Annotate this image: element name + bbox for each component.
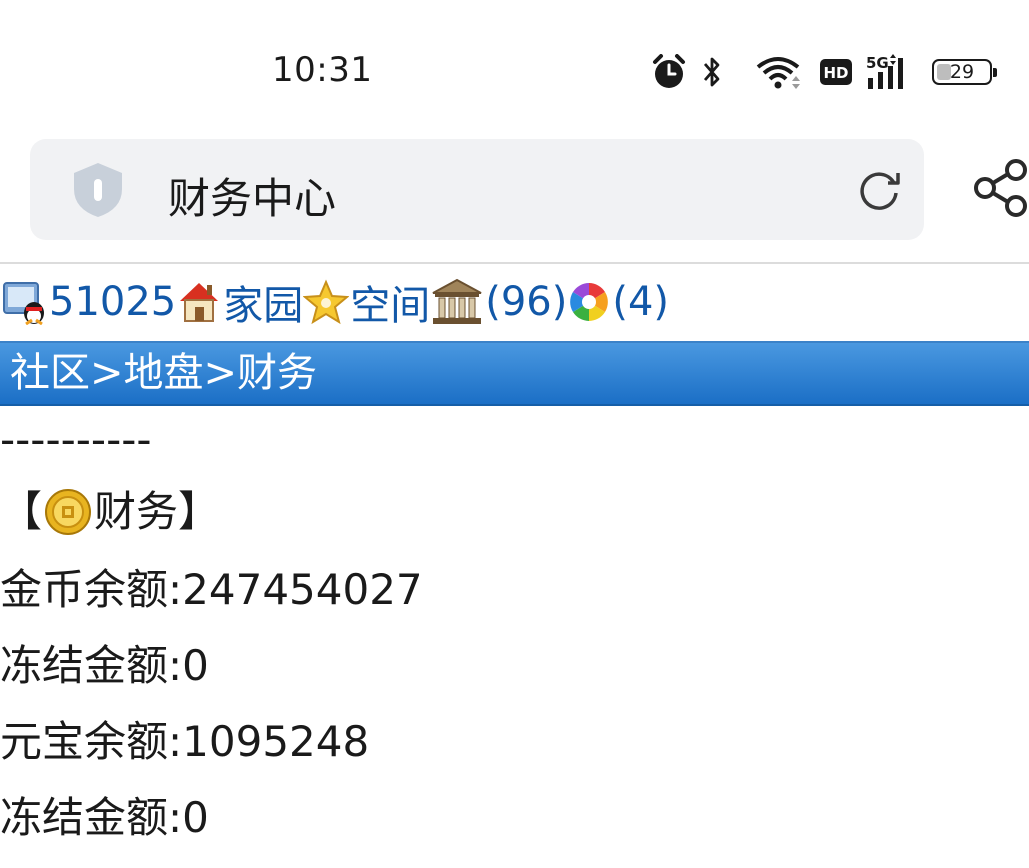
qq-user-icon (0, 279, 48, 325)
svg-text:HD: HD (823, 64, 848, 82)
shield-icon[interactable] (70, 161, 126, 223)
battery-fill (937, 64, 951, 80)
breadcrumb-community[interactable]: 社区 (10, 350, 90, 396)
status-time: 10:31 (272, 50, 373, 90)
home-link[interactable]: 家园 (223, 273, 303, 331)
battery-icon: 29 (932, 59, 997, 85)
svg-text:5G: 5G (866, 54, 889, 72)
bracket-open: 【 (0, 487, 43, 536)
gold-frozen-amount: 冻结金额:0 (0, 641, 209, 690)
ingot-balance: 元宝余额:1095248 (0, 717, 370, 766)
breadcrumb-separator: > (90, 350, 124, 396)
battery-level: 29 (949, 60, 975, 83)
divider (0, 262, 1029, 264)
separator-dashes: ---------- (0, 415, 152, 464)
star-icon (303, 279, 350, 325)
reload-icon[interactable] (854, 165, 904, 219)
share-icon[interactable] (972, 157, 1029, 223)
breadcrumb-finance: 财务 (237, 350, 318, 396)
photo-icon (567, 280, 611, 324)
section-title: 财务 (94, 487, 179, 536)
breadcrumb: 社区>地盘>财务 (0, 341, 1029, 406)
status-bar: 10:31 HD 5G 29 (0, 0, 1029, 140)
space-link[interactable]: 空间 (350, 273, 430, 331)
breadcrumb-territory[interactable]: 地盘 (124, 350, 204, 396)
address-bar[interactable]: 财务中心 (30, 139, 924, 240)
page-title: 财务中心 (168, 174, 337, 223)
section-heading: 【 财务 】 (0, 472, 1029, 552)
coin-icon (44, 488, 92, 536)
bluetooth-icon (702, 55, 722, 89)
wifi-icon (756, 55, 800, 89)
bank-count-link[interactable]: (96) (485, 279, 567, 325)
nav-row: 51025 家园 空间 (96) (4) (0, 266, 1029, 338)
status-icons: HD 5G 29 (652, 50, 997, 94)
ingot-frozen-amount: 冻结金额:0 (0, 793, 209, 842)
hd-icon: HD (820, 59, 852, 85)
5g-signal-icon: 5G (866, 54, 914, 90)
breadcrumb-separator: > (203, 350, 238, 396)
bracket-close: 】 (178, 487, 221, 536)
gold-balance: 金币余额:247454027 (0, 565, 423, 614)
photo-count-link[interactable]: (4) (612, 279, 669, 325)
home-icon (176, 279, 222, 325)
user-id-link[interactable]: 51025 (49, 279, 176, 325)
bank-icon (430, 277, 484, 327)
alarm-icon (652, 54, 686, 90)
finance-content: ---------- 【 财务 】 金币余额:247454027 冻结金额:0 … (0, 408, 1029, 856)
